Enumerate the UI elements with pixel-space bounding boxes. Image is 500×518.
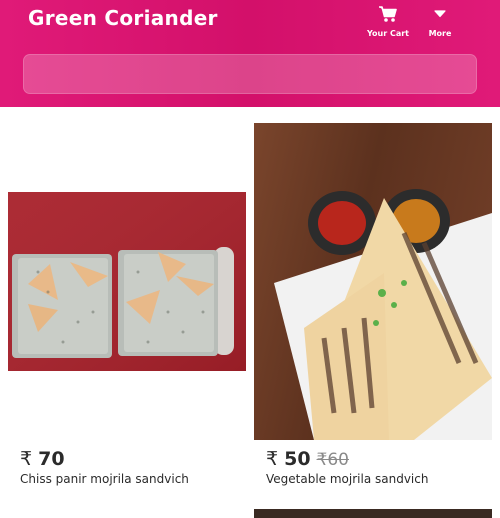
product-price: ₹50 ₹60 (266, 448, 349, 470)
currency-symbol: ₹ (266, 448, 279, 470)
product-image-vegetable-sandwich[interactable] (254, 123, 492, 440)
more-button[interactable]: More (418, 4, 462, 40)
original-price: ₹60 (316, 450, 349, 470)
price-value: 50 (284, 448, 311, 470)
brand-title[interactable]: Green Coriander (28, 6, 218, 30)
cart-button[interactable]: Your Cart (366, 4, 410, 40)
product-image-paneer-sandwich[interactable] (8, 192, 246, 371)
price-value: 70 (38, 448, 65, 470)
app-header: Green Coriander Your Cart More (0, 0, 500, 107)
cart-icon (378, 4, 398, 24)
currency-symbol: ₹ (20, 448, 33, 470)
product-image-next[interactable] (254, 509, 492, 518)
search-input[interactable] (23, 54, 477, 94)
more-label: More (428, 29, 452, 38)
product-name[interactable]: Vegetable mojrila sandvich (266, 472, 428, 486)
product-name[interactable]: Chiss panir mojrila sandvich (20, 472, 189, 486)
product-price: ₹70 (20, 448, 65, 470)
chevron-down-icon (434, 4, 446, 24)
cart-label: Your Cart (366, 29, 410, 38)
